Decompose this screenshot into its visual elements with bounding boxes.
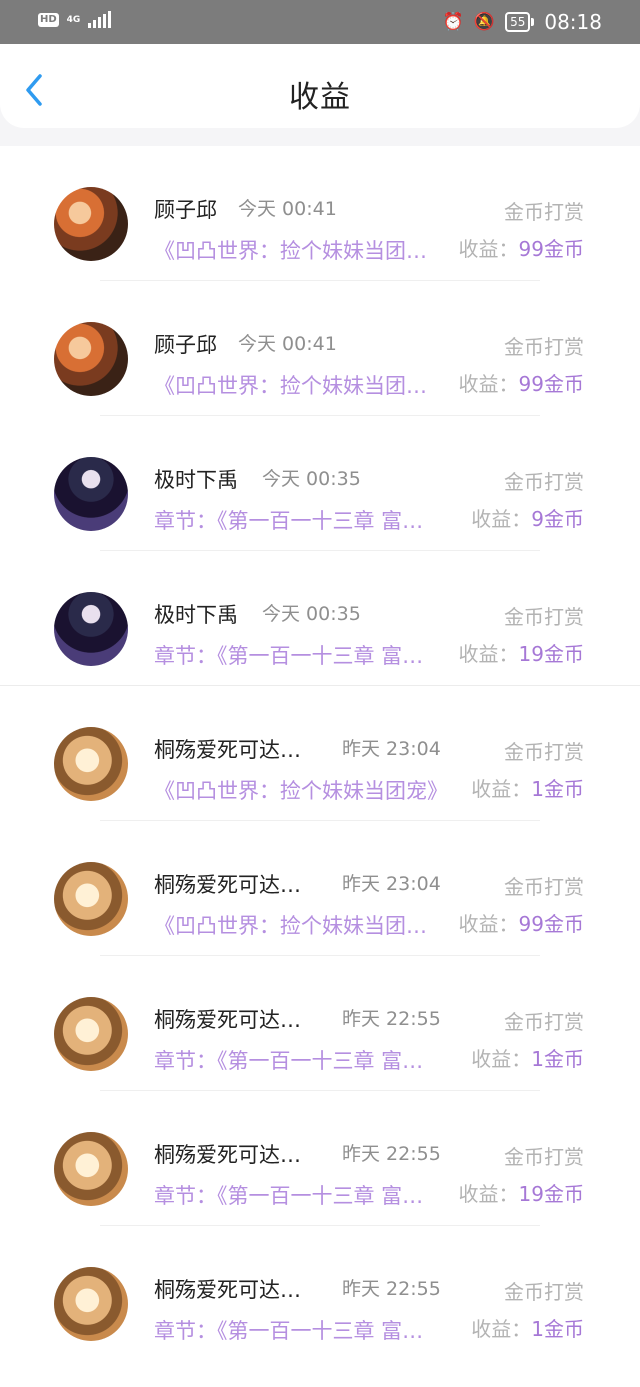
income-record[interactable]: 桐殇爱死可达… 昨天 23:04 金币打赏 《凹凸世界：捡个妹妹当团… 收益：9… bbox=[0, 821, 640, 956]
income-record[interactable]: 桐殇爱死可达… 昨天 23:04 金币打赏 《凹凸世界：捡个妹妹当团宠》 收益：… bbox=[0, 686, 640, 821]
record-type: 金币打赏 bbox=[504, 1280, 584, 1304]
chapter-title: 章节：《第一百一十三章 富… bbox=[154, 1184, 424, 1208]
nav-header: 收益 bbox=[0, 44, 640, 128]
book-title: 《凹凸世界：捡个妹妹当团… bbox=[154, 374, 427, 398]
income-amount: 收益：19金币 bbox=[458, 642, 584, 666]
avatar[interactable] bbox=[54, 1267, 128, 1341]
income-amount: 收益：19金币 bbox=[458, 1182, 584, 1206]
record-type: 金币打赏 bbox=[504, 1010, 584, 1034]
avatar[interactable] bbox=[54, 862, 128, 936]
hd-badge: HD bbox=[38, 13, 59, 27]
user-name: 桐殇爱死可达… bbox=[154, 1143, 301, 1167]
income-record[interactable]: 桐殇爱死可达… 昨天 22:55 金币打赏 章节：《第一百一十三章 富… 收益：… bbox=[0, 956, 640, 1091]
record-time: 昨天 22:55 bbox=[342, 1143, 441, 1165]
battery-level: 55 bbox=[505, 12, 531, 32]
record-type: 金币打赏 bbox=[504, 1145, 584, 1169]
user-name: 顾子邱 bbox=[154, 198, 217, 222]
user-name: 桐殇爱死可达… bbox=[154, 1008, 301, 1032]
network-type: 4G bbox=[66, 14, 81, 25]
status-right: ⏰ 🔕 55 08:18 bbox=[443, 10, 602, 34]
chapter-title: 章节：《第一百一十三章 富… bbox=[154, 1319, 424, 1343]
income-list: 顾子邱 今天 00:41 金币打赏 《凹凸世界：捡个妹妹当团… 收益：99金币 … bbox=[0, 146, 640, 1387]
alarm-icon: ⏰ bbox=[442, 12, 464, 32]
record-time: 今天 00:41 bbox=[238, 198, 337, 220]
bell-muted-icon: 🔕 bbox=[473, 12, 496, 32]
record-time: 今天 00:35 bbox=[262, 468, 361, 490]
income-record[interactable]: 桐殇爱死可达… 昨天 22:55 金币打赏 章节：《第一百一十三章 富… 收益：… bbox=[0, 1091, 640, 1226]
book-title: 《凹凸世界：捡个妹妹当团… bbox=[154, 914, 427, 938]
avatar[interactable] bbox=[54, 997, 128, 1071]
record-type: 金币打赏 bbox=[504, 605, 584, 629]
record-time: 今天 00:35 bbox=[262, 603, 361, 625]
user-name: 桐殇爱死可达… bbox=[154, 1278, 301, 1302]
avatar[interactable] bbox=[54, 592, 128, 666]
signal-icon bbox=[88, 11, 112, 28]
avatar[interactable] bbox=[54, 187, 128, 261]
chapter-title: 章节：《第一百一十三章 富… bbox=[154, 1049, 424, 1073]
page-title: 收益 bbox=[289, 80, 351, 115]
record-type: 金币打赏 bbox=[504, 875, 584, 899]
user-name: 极时下禹 bbox=[154, 603, 238, 627]
record-type: 金币打赏 bbox=[504, 200, 584, 224]
chapter-title: 章节：《第一百一十三章 富… bbox=[154, 644, 424, 668]
record-type: 金币打赏 bbox=[504, 470, 584, 494]
income-amount: 收益：1金币 bbox=[471, 777, 584, 801]
record-time: 昨天 23:04 bbox=[342, 873, 441, 895]
income-amount: 收益：99金币 bbox=[458, 237, 584, 261]
income-amount: 收益：99金币 bbox=[458, 912, 584, 936]
record-time: 昨天 22:55 bbox=[342, 1008, 441, 1030]
user-name: 桐殇爱死可达… bbox=[154, 873, 301, 897]
income-amount: 收益：9金币 bbox=[471, 507, 584, 531]
record-time: 昨天 22:55 bbox=[342, 1278, 441, 1300]
avatar[interactable] bbox=[54, 457, 128, 531]
record-type: 金币打赏 bbox=[504, 740, 584, 764]
status-bar: HD 4G ⏰ 🔕 55 08:18 bbox=[0, 0, 640, 44]
book-title: 《凹凸世界：捡个妹妹当团宠》 bbox=[154, 779, 448, 803]
record-time: 今天 00:41 bbox=[238, 333, 337, 355]
avatar[interactable] bbox=[54, 322, 128, 396]
record-type: 金币打赏 bbox=[504, 335, 584, 359]
income-record[interactable]: 极时下禹 今天 00:35 金币打赏 章节：《第一百一十三章 富… 收益：19金… bbox=[0, 551, 640, 686]
status-left: HD 4G bbox=[38, 11, 112, 28]
income-amount: 收益：1金币 bbox=[471, 1047, 584, 1071]
user-name: 桐殇爱死可达… bbox=[154, 738, 301, 762]
avatar[interactable] bbox=[54, 727, 128, 801]
record-time: 昨天 23:04 bbox=[342, 738, 441, 760]
user-name: 顾子邱 bbox=[154, 333, 217, 357]
user-name: 极时下禹 bbox=[154, 468, 238, 492]
status-clock: 08:18 bbox=[544, 10, 602, 34]
avatar[interactable] bbox=[54, 1132, 128, 1206]
income-amount: 收益：99金币 bbox=[458, 372, 584, 396]
income-record[interactable]: 顾子邱 今天 00:41 金币打赏 《凹凸世界：捡个妹妹当团… 收益：99金币 bbox=[0, 146, 640, 281]
battery-icon: 55 bbox=[505, 12, 535, 32]
income-record[interactable]: 极时下禹 今天 00:35 金币打赏 章节：《第一百一十三章 富… 收益：9金币 bbox=[0, 416, 640, 551]
income-amount: 收益：1金币 bbox=[471, 1317, 584, 1341]
chapter-title: 章节：《第一百一十三章 富… bbox=[154, 509, 424, 533]
income-record[interactable]: 桐殇爱死可达… 昨天 22:55 金币打赏 章节：《第一百一十三章 富… 收益：… bbox=[0, 1226, 640, 1361]
book-title: 《凹凸世界：捡个妹妹当团… bbox=[154, 239, 427, 263]
income-record[interactable]: 顾子邱 今天 00:41 金币打赏 《凹凸世界：捡个妹妹当团… 收益：99金币 bbox=[0, 281, 640, 416]
